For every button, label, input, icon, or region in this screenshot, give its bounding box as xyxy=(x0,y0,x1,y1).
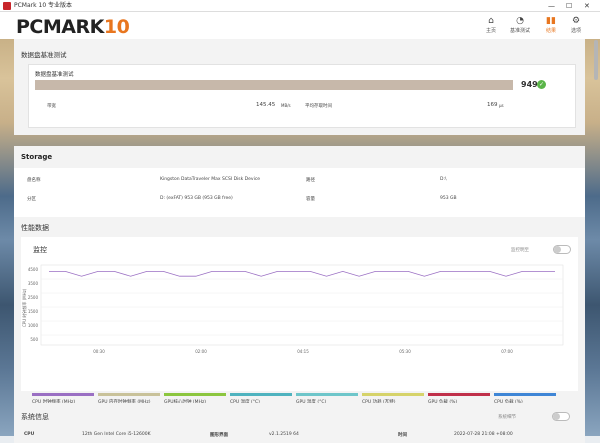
minimize-icon[interactable]: — xyxy=(548,0,555,12)
window-title: PCMark 10 专业版本 xyxy=(14,2,73,9)
performance-title: 性能数据 xyxy=(21,224,49,232)
partition-value: D: (exFAT) 953 GB (953 GB free) xyxy=(160,196,233,201)
bandwidth-value: 145.45 xyxy=(256,102,276,108)
drive-model-value: Kingston DataTraveler Max SCSI Disk Devi… xyxy=(160,177,261,182)
latency-unit: μs xyxy=(499,103,504,108)
bandwidth-label: 带宽 xyxy=(47,104,56,109)
show-markers-toggle[interactable] xyxy=(553,245,571,254)
monitor-title: 监控 xyxy=(33,246,47,254)
x-tick-label: 02:00 xyxy=(195,349,207,354)
monitor-chart: 4500 3500 2500 1500 1000 500 00:30 02:00 04:15 0… xyxy=(21,264,564,354)
cpu-label: CPU xyxy=(24,432,35,437)
benchmark-card: 数据盘基准测试 数据盘基准测试 949 ✓ 带宽 145.45 MB/s 平均存… xyxy=(14,39,585,135)
pcmark-logo: PCMARK10 xyxy=(16,16,130,38)
close-icon[interactable]: ✕ xyxy=(584,0,590,12)
legend-swatch xyxy=(98,393,160,396)
system-details-toggle[interactable] xyxy=(552,412,570,421)
x-tick-label: 00:30 xyxy=(93,349,105,354)
score-bar xyxy=(35,80,513,90)
capacity-label: 容量 xyxy=(306,197,315,202)
scrollbar[interactable] xyxy=(594,40,598,80)
bandwidth-unit: MB/s xyxy=(281,103,291,108)
legend-swatch xyxy=(164,393,226,396)
app-icon xyxy=(3,2,11,10)
x-tick-label: 07:00 xyxy=(501,349,513,354)
x-tick-label: 05:30 xyxy=(399,349,411,354)
legend-swatch xyxy=(428,393,490,396)
gauge-icon: ◔ xyxy=(516,16,524,26)
test-panel: 数据盘基准测试 949 ✓ 带宽 145.45 MB/s 平均存取时间 169 … xyxy=(28,64,576,128)
maximize-icon[interactable]: ☐ xyxy=(566,0,572,12)
latency-value: 169 xyxy=(487,102,498,108)
gui-label: 图形界面 xyxy=(210,433,228,438)
drive-model-label: 盘名称 xyxy=(27,178,41,183)
window-titlebar: PCMark 10 专业版本 — ☐ ✕ xyxy=(0,0,600,12)
legend-swatch xyxy=(32,393,94,396)
y-tick-label: 500 xyxy=(30,337,38,342)
time-label: 时间 xyxy=(398,433,407,438)
show-markers-label: 监控明至 xyxy=(511,248,529,253)
legend-swatch xyxy=(362,393,424,396)
partition-label: 分区 xyxy=(27,197,36,202)
score-value: 949 xyxy=(521,80,538,89)
nav-results[interactable]: ▮▮ 结果 xyxy=(537,15,565,34)
y-tick-label: 4500 xyxy=(28,267,39,272)
y-axis-label: CPU 时钟频率 (MHz) xyxy=(21,288,27,327)
system-details-label: 系统细节 xyxy=(498,415,516,420)
app-header: PCMARK10 ⌂ 主页 ◔ 基准测试 ▮▮ 结果 ⚙ 选项 xyxy=(0,12,600,39)
check-icon: ✓ xyxy=(537,80,546,89)
latency-label: 平均存取时间 xyxy=(305,104,332,109)
nav-benchmarks[interactable]: ◔ 基准测试 xyxy=(506,15,534,34)
gui-value: v2.1.2519 64 xyxy=(269,432,299,437)
y-tick-label: 1500 xyxy=(28,309,39,314)
path-label: 路径 xyxy=(306,178,315,183)
cpu-value: 12th Gen Intel Core i5-12600K xyxy=(82,432,151,437)
nav-options[interactable]: ⚙ 选项 xyxy=(562,15,590,34)
legend-swatch xyxy=(296,393,358,396)
gear-icon: ⚙ xyxy=(571,16,581,26)
legend-swatch xyxy=(494,393,556,396)
legend-swatch xyxy=(230,393,292,396)
y-tick-label: 3500 xyxy=(28,281,39,286)
section-title: 数据盘基准测试 xyxy=(21,51,67,59)
y-tick-label: 1000 xyxy=(28,323,39,328)
monitor-panel: 监控 监控明至 4500 3500 2500 1500 1000 500 00:30 02:… xyxy=(21,237,578,391)
time-value: 2022-07-28 21:08 +08:00 xyxy=(454,432,513,437)
system-info-card: 系统信息 系统细节 CPU 12th Gen Intel Core i5-126… xyxy=(14,403,585,443)
x-tick-label: 04:15 xyxy=(297,349,309,354)
test-name: 数据盘基准测试 xyxy=(35,72,74,78)
capacity-value: 953 GB xyxy=(440,196,457,201)
nav-home[interactable]: ⌂ 主页 xyxy=(477,15,505,34)
results-content: 数据盘基准测试 数据盘基准测试 949 ✓ 带宽 145.45 MB/s 平均存… xyxy=(14,39,585,443)
system-info-title: 系统信息 xyxy=(21,413,49,421)
bar-chart-icon: ▮▮ xyxy=(546,16,556,26)
y-tick-label: 2500 xyxy=(28,295,39,300)
home-icon: ⌂ xyxy=(488,16,494,26)
storage-title: Storage xyxy=(21,153,53,161)
path-value: D:\ xyxy=(440,177,447,182)
